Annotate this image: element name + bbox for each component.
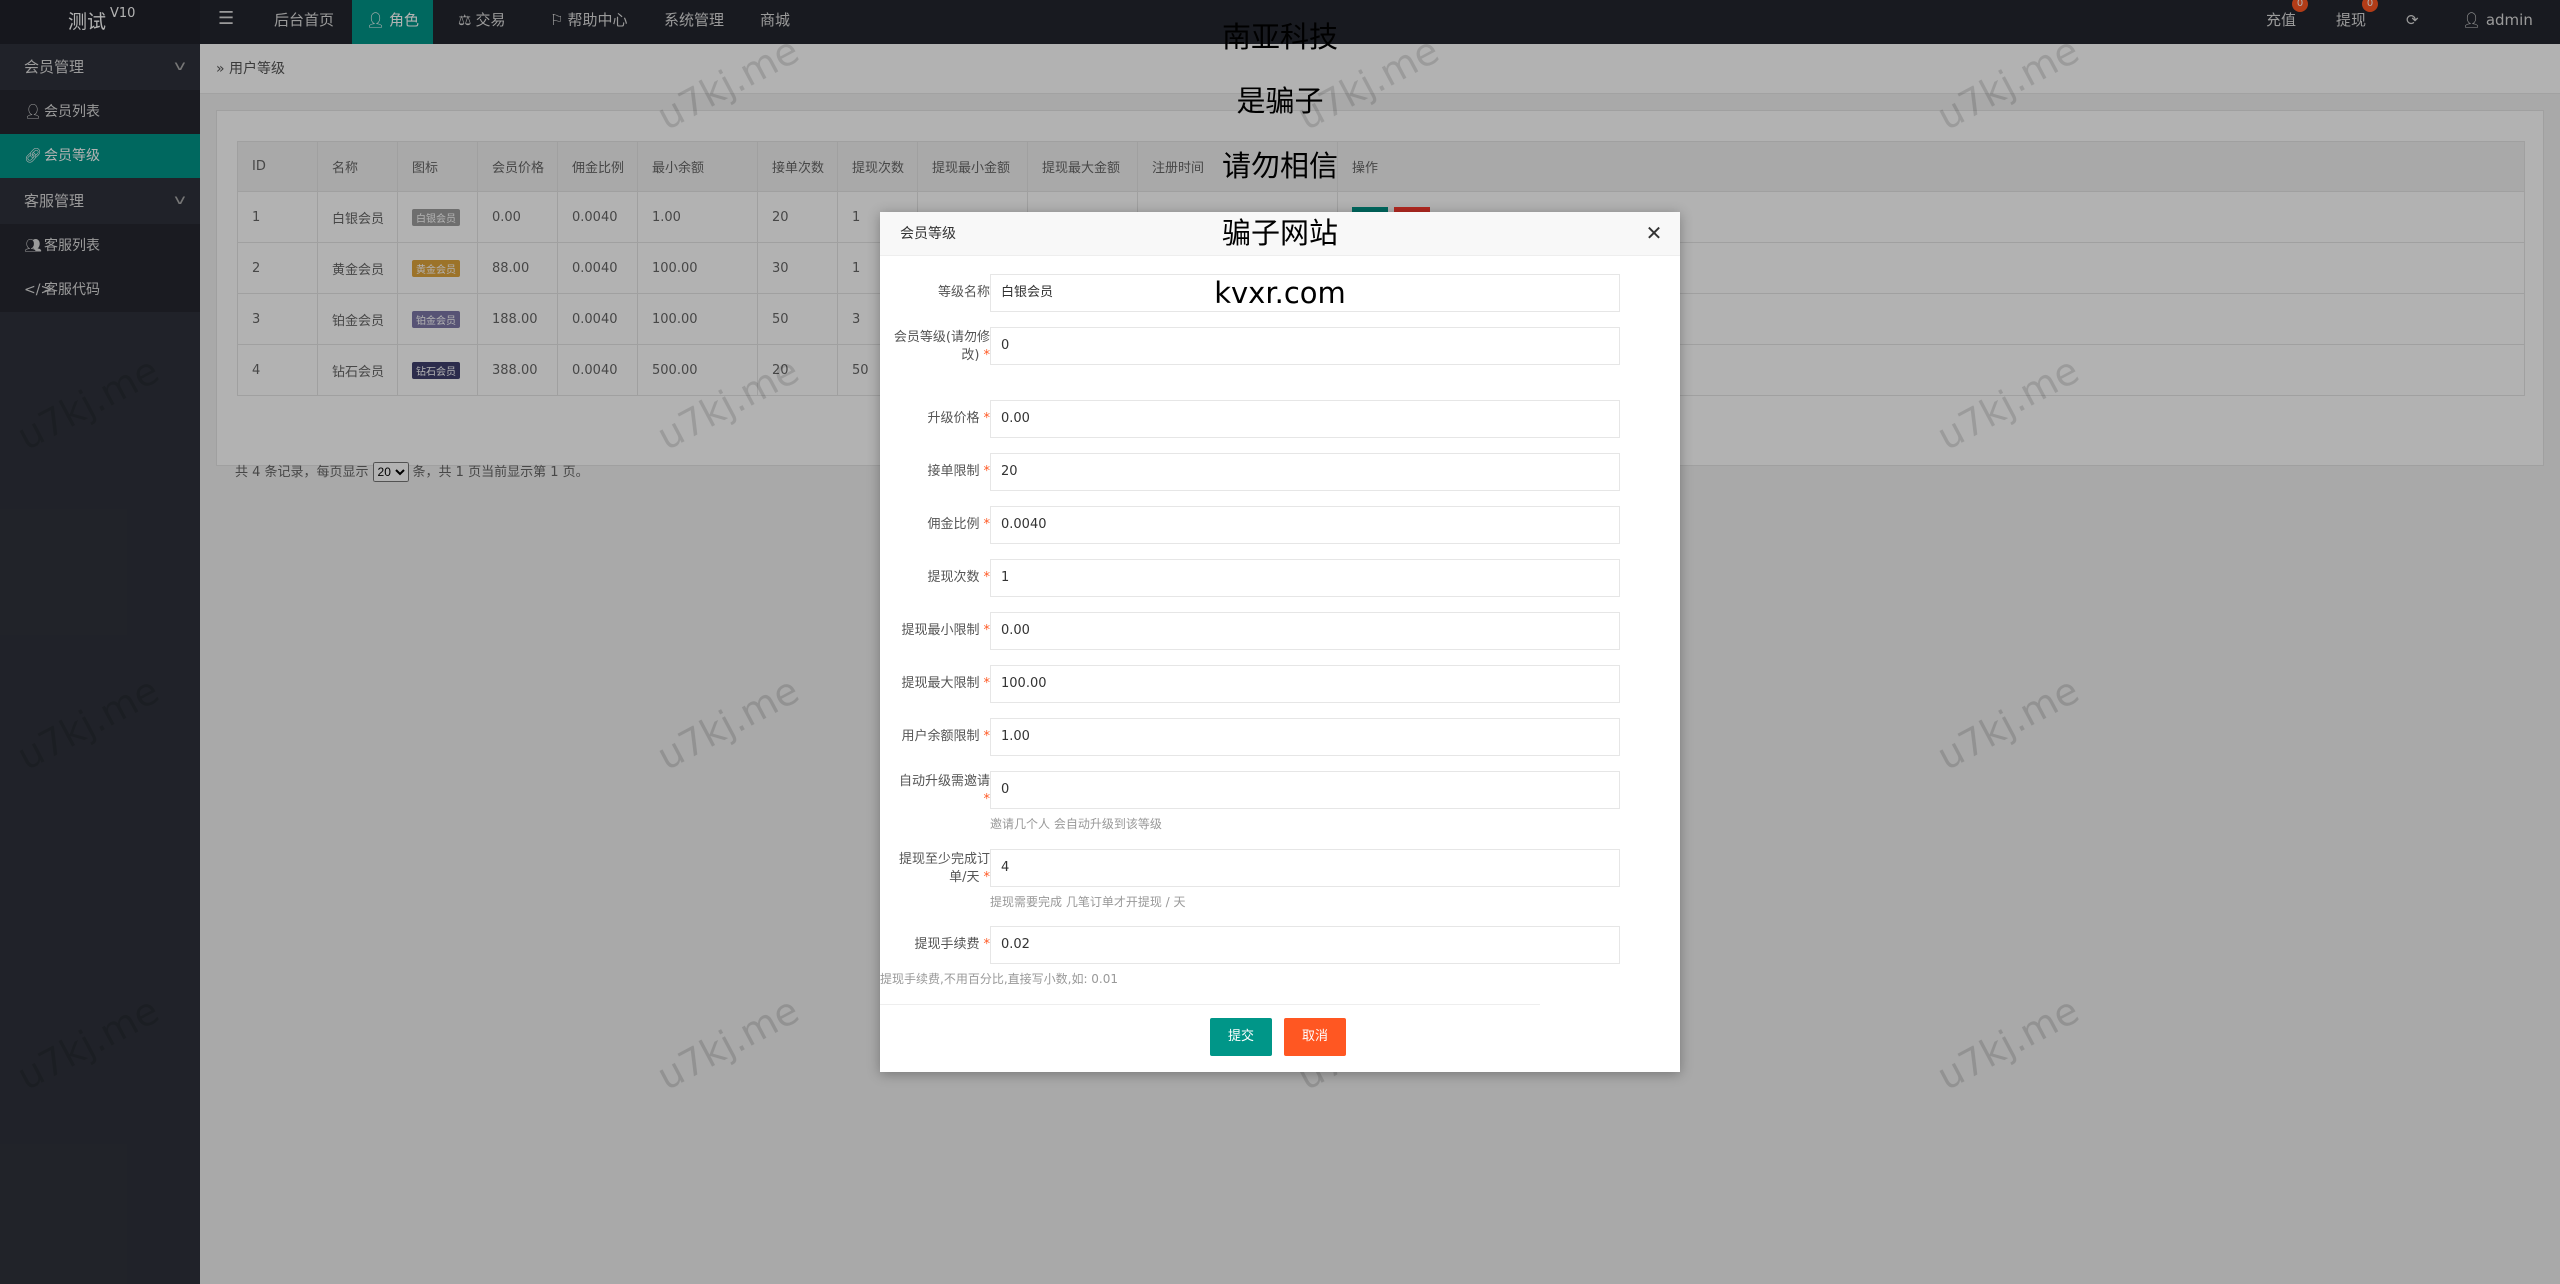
member-level-dialog: 会员等级 ✕ 等级名称 白银会员 会员等级(请勿修改) * 0 升级价格 * 0.0… [880, 212, 1680, 1072]
submit-button[interactable]: 提交 [1210, 1018, 1273, 1056]
commission-input[interactable]: 0.0040 [990, 506, 1620, 544]
withdraw-max-input[interactable]: 100.00 [990, 665, 1620, 703]
field-label: 提现次数 * [927, 570, 990, 585]
withdraw-fee-input[interactable]: 0.02 [990, 926, 1620, 964]
field-label: 提现至少完成订单/天 * [898, 852, 990, 885]
field-label: 提现最小限制 * [901, 623, 990, 638]
order-limit-input[interactable]: 20 [990, 453, 1620, 491]
balance-limit-input[interactable]: 1.00 [990, 718, 1620, 756]
overlay-text: 骗子网站 [1221, 216, 1338, 250]
field-label: 自动升级需邀请* [898, 774, 990, 807]
field-label: 用户余额限制 * [901, 729, 990, 744]
field-hint: 提现手续费,不用百分比,直接写小数,如: 0.01 [880, 972, 1119, 986]
overlay-text: kvxr.com [1214, 276, 1346, 310]
overlay-text: 请勿相信 [1221, 149, 1338, 183]
field-label: 提现最大限制 * [901, 676, 990, 691]
min-orders-input[interactable]: 4 [990, 849, 1620, 887]
level-input[interactable]: 0 [990, 327, 1620, 365]
auto-upgrade-input[interactable]: 0 [990, 771, 1620, 809]
field-label: 提现手续费 * [914, 937, 990, 952]
dialog-title: 会员等级 [900, 226, 956, 242]
field-label: 等级名称 [937, 285, 990, 300]
field-label: 接单限制 * [927, 464, 990, 479]
form-divider [880, 1004, 1540, 1005]
cancel-button[interactable]: 取消 [1284, 1018, 1347, 1056]
close-icon[interactable]: ✕ [1644, 223, 1664, 243]
field-hint: 提现需要完成 几笔订单才开提现 / 天 [990, 895, 1186, 909]
overlay-text: 是骗子 [1236, 84, 1324, 118]
field-label: 会员等级(请勿修改) * [893, 330, 990, 363]
withdraw-count-input[interactable]: 1 [990, 559, 1620, 597]
field-label: 升级价格 * [927, 411, 990, 426]
field-hint: 邀请几个人 会自动升级到该等级 [990, 817, 1162, 831]
upgrade-price-input[interactable]: 0.00 [990, 400, 1620, 438]
field-label: 佣金比例 * [927, 517, 990, 532]
overlay-text: 南亚科技 [1221, 20, 1338, 54]
withdraw-min-input[interactable]: 0.00 [990, 612, 1620, 650]
